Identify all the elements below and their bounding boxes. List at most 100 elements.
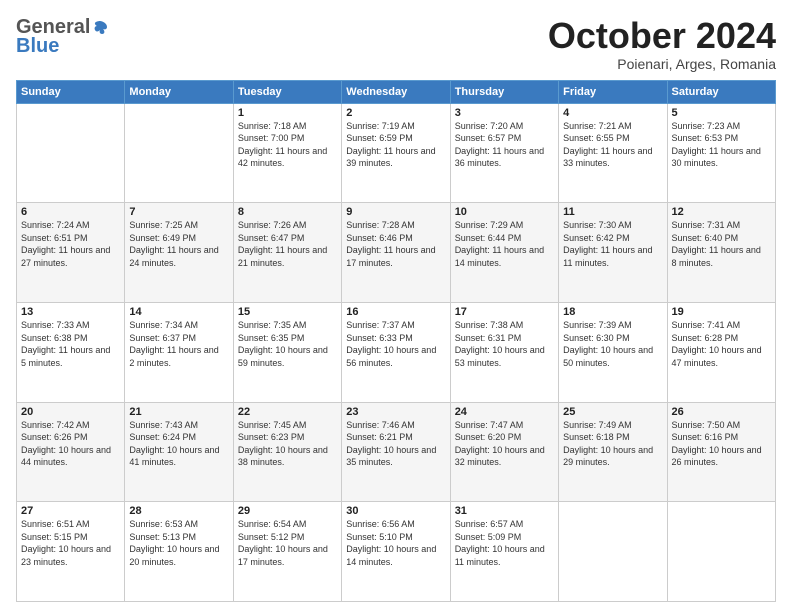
day-number: 18 [563, 306, 662, 318]
day-info: Sunrise: 7:25 AMSunset: 6:49 PMDaylight:… [129, 219, 228, 269]
logo-blue: Blue [16, 35, 59, 58]
calendar-cell: 27Sunrise: 6:51 AMSunset: 5:15 PMDayligh… [17, 502, 125, 602]
calendar-week-2: 6Sunrise: 7:24 AMSunset: 6:51 PMDaylight… [17, 203, 776, 303]
calendar-cell: 30Sunrise: 6:56 AMSunset: 5:10 PMDayligh… [342, 502, 450, 602]
day-info: Sunrise: 7:50 AMSunset: 6:16 PMDaylight:… [672, 419, 771, 469]
calendar-week-4: 20Sunrise: 7:42 AMSunset: 6:26 PMDayligh… [17, 402, 776, 502]
day-number: 6 [21, 206, 120, 218]
day-info: Sunrise: 7:49 AMSunset: 6:18 PMDaylight:… [563, 419, 662, 469]
calendar-cell: 8Sunrise: 7:26 AMSunset: 6:47 PMDaylight… [233, 203, 341, 303]
calendar-header-friday: Friday [559, 80, 667, 103]
calendar-cell: 12Sunrise: 7:31 AMSunset: 6:40 PMDayligh… [667, 203, 775, 303]
calendar-cell: 7Sunrise: 7:25 AMSunset: 6:49 PMDaylight… [125, 203, 233, 303]
day-number: 16 [346, 306, 445, 318]
calendar-cell: 1Sunrise: 7:18 AMSunset: 7:00 PMDaylight… [233, 103, 341, 203]
calendar-cell: 15Sunrise: 7:35 AMSunset: 6:35 PMDayligh… [233, 302, 341, 402]
calendar-cell: 25Sunrise: 7:49 AMSunset: 6:18 PMDayligh… [559, 402, 667, 502]
day-info: Sunrise: 7:23 AMSunset: 6:53 PMDaylight:… [672, 120, 771, 170]
calendar-cell: 11Sunrise: 7:30 AMSunset: 6:42 PMDayligh… [559, 203, 667, 303]
day-number: 20 [21, 406, 120, 418]
day-number: 27 [21, 505, 120, 517]
day-number: 5 [672, 107, 771, 119]
day-number: 8 [238, 206, 337, 218]
calendar-week-1: 1Sunrise: 7:18 AMSunset: 7:00 PMDaylight… [17, 103, 776, 203]
day-info: Sunrise: 7:45 AMSunset: 6:23 PMDaylight:… [238, 419, 337, 469]
day-info: Sunrise: 7:28 AMSunset: 6:46 PMDaylight:… [346, 219, 445, 269]
calendar-cell: 13Sunrise: 7:33 AMSunset: 6:38 PMDayligh… [17, 302, 125, 402]
day-info: Sunrise: 7:37 AMSunset: 6:33 PMDaylight:… [346, 319, 445, 369]
day-number: 25 [563, 406, 662, 418]
logo: General Blue [16, 16, 110, 58]
calendar-cell [667, 502, 775, 602]
calendar-cell: 6Sunrise: 7:24 AMSunset: 6:51 PMDaylight… [17, 203, 125, 303]
day-info: Sunrise: 7:39 AMSunset: 6:30 PMDaylight:… [563, 319, 662, 369]
title-block: October 2024 Poienari, Arges, Romania [548, 16, 776, 72]
calendar-cell: 16Sunrise: 7:37 AMSunset: 6:33 PMDayligh… [342, 302, 450, 402]
day-number: 14 [129, 306, 228, 318]
logo-bird-icon [91, 19, 109, 37]
calendar-cell: 18Sunrise: 7:39 AMSunset: 6:30 PMDayligh… [559, 302, 667, 402]
calendar-header-monday: Monday [125, 80, 233, 103]
day-info: Sunrise: 7:31 AMSunset: 6:40 PMDaylight:… [672, 219, 771, 269]
day-number: 17 [455, 306, 554, 318]
calendar-cell: 23Sunrise: 7:46 AMSunset: 6:21 PMDayligh… [342, 402, 450, 502]
day-number: 28 [129, 505, 228, 517]
calendar-cell: 20Sunrise: 7:42 AMSunset: 6:26 PMDayligh… [17, 402, 125, 502]
calendar-cell [559, 502, 667, 602]
day-number: 2 [346, 107, 445, 119]
day-number: 11 [563, 206, 662, 218]
day-info: Sunrise: 7:29 AMSunset: 6:44 PMDaylight:… [455, 219, 554, 269]
calendar-cell: 3Sunrise: 7:20 AMSunset: 6:57 PMDaylight… [450, 103, 558, 203]
day-info: Sunrise: 6:57 AMSunset: 5:09 PMDaylight:… [455, 518, 554, 568]
day-number: 23 [346, 406, 445, 418]
day-info: Sunrise: 7:35 AMSunset: 6:35 PMDaylight:… [238, 319, 337, 369]
calendar-cell: 4Sunrise: 7:21 AMSunset: 6:55 PMDaylight… [559, 103, 667, 203]
day-number: 13 [21, 306, 120, 318]
day-info: Sunrise: 7:38 AMSunset: 6:31 PMDaylight:… [455, 319, 554, 369]
day-info: Sunrise: 7:43 AMSunset: 6:24 PMDaylight:… [129, 419, 228, 469]
day-number: 1 [238, 107, 337, 119]
day-number: 22 [238, 406, 337, 418]
day-info: Sunrise: 7:34 AMSunset: 6:37 PMDaylight:… [129, 319, 228, 369]
day-info: Sunrise: 6:51 AMSunset: 5:15 PMDaylight:… [21, 518, 120, 568]
calendar-cell: 17Sunrise: 7:38 AMSunset: 6:31 PMDayligh… [450, 302, 558, 402]
day-number: 10 [455, 206, 554, 218]
day-number: 15 [238, 306, 337, 318]
day-info: Sunrise: 7:21 AMSunset: 6:55 PMDaylight:… [563, 120, 662, 170]
day-number: 4 [563, 107, 662, 119]
day-info: Sunrise: 6:56 AMSunset: 5:10 PMDaylight:… [346, 518, 445, 568]
day-number: 12 [672, 206, 771, 218]
day-info: Sunrise: 7:33 AMSunset: 6:38 PMDaylight:… [21, 319, 120, 369]
calendar-cell: 19Sunrise: 7:41 AMSunset: 6:28 PMDayligh… [667, 302, 775, 402]
calendar-week-3: 13Sunrise: 7:33 AMSunset: 6:38 PMDayligh… [17, 302, 776, 402]
day-info: Sunrise: 7:42 AMSunset: 6:26 PMDaylight:… [21, 419, 120, 469]
day-number: 31 [455, 505, 554, 517]
calendar-cell: 5Sunrise: 7:23 AMSunset: 6:53 PMDaylight… [667, 103, 775, 203]
day-number: 29 [238, 505, 337, 517]
location: Poienari, Arges, Romania [548, 56, 776, 72]
day-number: 26 [672, 406, 771, 418]
calendar-header-tuesday: Tuesday [233, 80, 341, 103]
month-title: October 2024 [548, 16, 776, 56]
calendar-header-saturday: Saturday [667, 80, 775, 103]
day-number: 7 [129, 206, 228, 218]
calendar-cell [125, 103, 233, 203]
day-info: Sunrise: 7:46 AMSunset: 6:21 PMDaylight:… [346, 419, 445, 469]
calendar-cell: 29Sunrise: 6:54 AMSunset: 5:12 PMDayligh… [233, 502, 341, 602]
day-info: Sunrise: 7:20 AMSunset: 6:57 PMDaylight:… [455, 120, 554, 170]
calendar-cell: 21Sunrise: 7:43 AMSunset: 6:24 PMDayligh… [125, 402, 233, 502]
page: General Blue October 2024 Poienari, Arge… [0, 0, 792, 612]
calendar-cell: 31Sunrise: 6:57 AMSunset: 5:09 PMDayligh… [450, 502, 558, 602]
calendar-cell: 28Sunrise: 6:53 AMSunset: 5:13 PMDayligh… [125, 502, 233, 602]
calendar-cell: 24Sunrise: 7:47 AMSunset: 6:20 PMDayligh… [450, 402, 558, 502]
calendar-header-thursday: Thursday [450, 80, 558, 103]
calendar-table: SundayMondayTuesdayWednesdayThursdayFrid… [16, 80, 776, 602]
calendar-header-sunday: Sunday [17, 80, 125, 103]
day-number: 21 [129, 406, 228, 418]
day-info: Sunrise: 7:18 AMSunset: 7:00 PMDaylight:… [238, 120, 337, 170]
calendar-cell: 26Sunrise: 7:50 AMSunset: 6:16 PMDayligh… [667, 402, 775, 502]
day-number: 9 [346, 206, 445, 218]
day-number: 3 [455, 107, 554, 119]
day-info: Sunrise: 6:53 AMSunset: 5:13 PMDaylight:… [129, 518, 228, 568]
day-info: Sunrise: 6:54 AMSunset: 5:12 PMDaylight:… [238, 518, 337, 568]
